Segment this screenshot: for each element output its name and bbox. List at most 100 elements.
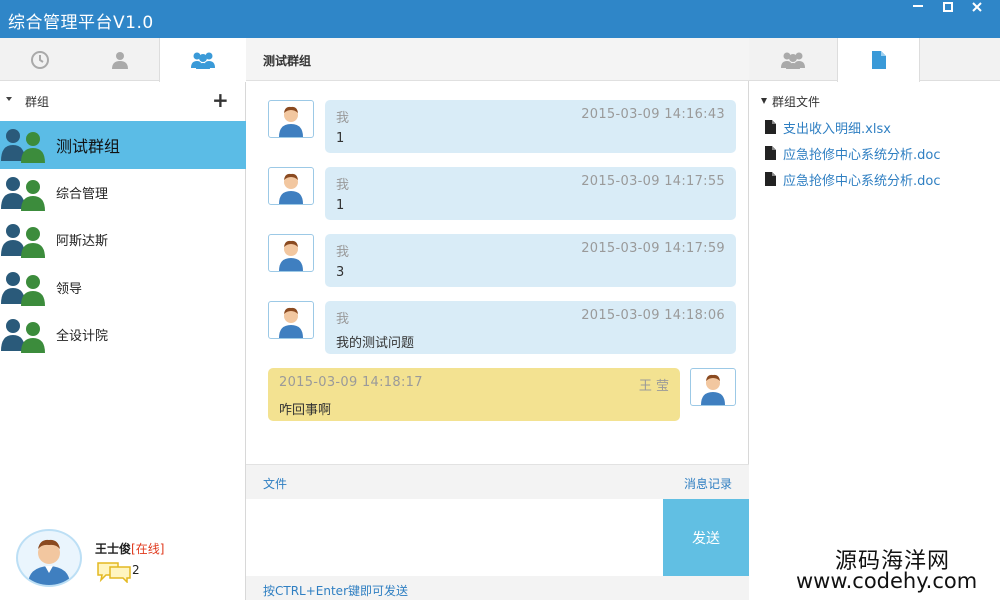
minimize-icon	[913, 5, 923, 7]
message-sender: 我	[336, 178, 350, 193]
group-section-label: 群组	[25, 95, 50, 109]
send-button[interactable]: 发送	[663, 499, 749, 576]
chat-header: 测试群组	[246, 38, 749, 81]
file-icon	[765, 120, 776, 134]
chat-message: 我 2015-03-09 14:16:43 1	[268, 100, 738, 153]
left-panel: 群组 + 测试群组 综合管理 阿斯达斯 领导 全设计院 王士俊[在线] 2	[0, 38, 246, 600]
maximize-icon	[943, 2, 953, 12]
unread-message-count: 2	[132, 563, 140, 577]
group-item[interactable]: 领导	[0, 264, 246, 312]
tab-groups[interactable]	[159, 38, 246, 82]
group-files-label: 群组文件	[772, 95, 821, 109]
tab-group-members[interactable]	[749, 38, 837, 81]
group-name: 综合管理	[56, 186, 109, 202]
send-hint-bar: 按CTRL+Enter键即可发送	[246, 576, 749, 600]
tab-contacts[interactable]	[80, 38, 159, 81]
group-item[interactable]: 阿斯达斯	[0, 216, 246, 264]
clock-icon	[31, 50, 49, 69]
person-icon	[111, 51, 128, 69]
message-input[interactable]	[246, 499, 663, 576]
file-icon	[765, 172, 776, 186]
group-name: 领导	[56, 281, 83, 297]
right-tabs	[749, 38, 1000, 82]
message-sender: 我	[336, 245, 350, 260]
chat-message: 2015-03-09 14:18:17 王 莹 咋回事啊	[268, 368, 738, 421]
message-text: 我的测试问题	[336, 336, 415, 351]
chat-title: 测试群组	[263, 54, 312, 68]
group-item[interactable]: 全设计院	[0, 311, 246, 359]
send-hint: 按CTRL+Enter键即可发送	[263, 584, 408, 598]
chat-toolbar: 文件 消息记录	[246, 464, 749, 499]
group-files-header[interactable]: 群组文件	[761, 93, 820, 110]
chat-message: 我 2015-03-09 14:18:06 我的测试问题	[268, 301, 738, 354]
message-sender: 王 莹	[638, 379, 669, 394]
file-icon	[765, 146, 776, 160]
left-tabs	[0, 38, 246, 82]
message-bubble-icon[interactable]	[96, 561, 132, 583]
group-avatar-icon	[1, 271, 45, 306]
sender-avatar-icon	[279, 307, 303, 338]
chat-panel: 测试群组 我 2015-03-09 14:16:43 1 我 2015-03-0…	[246, 38, 749, 600]
sender-avatar[interactable]	[268, 167, 314, 205]
close-icon	[972, 2, 982, 12]
group-avatar-icon	[1, 176, 45, 211]
chat-message: 我 2015-03-09 14:17:59 3	[268, 234, 738, 287]
file-name: 应急抢修中心系统分析.doc	[783, 174, 941, 189]
document-icon	[871, 51, 886, 69]
group-name: 阿斯达斯	[56, 234, 109, 249]
group-avatar-icon	[1, 224, 45, 258]
message-text: 咋回事啊	[279, 403, 332, 418]
message-history-link[interactable]: 消息记录	[684, 475, 732, 492]
group-name: 全设计院	[56, 329, 109, 344]
file-name: 应急抢修中心系统分析.doc	[783, 148, 941, 163]
right-panel: 群组文件 支出收入明细.xlsx 应急抢修中心系统分析.doc 应急抢修中心系统…	[749, 38, 1000, 600]
sender-avatar[interactable]	[268, 234, 314, 272]
message-text: 3	[336, 265, 345, 280]
group-list: 测试群组 综合管理 阿斯达斯 领导 全设计院	[0, 121, 246, 359]
current-user: 王士俊[在线] 2	[16, 529, 236, 589]
message-time: 2015-03-09 14:17:55	[581, 174, 725, 189]
message-bubble: 我 2015-03-09 14:17:59 3	[325, 234, 736, 287]
minimize-button[interactable]	[903, 0, 933, 14]
group-section-header[interactable]: 群组 +	[0, 90, 246, 112]
message-sender: 我	[336, 111, 350, 126]
user-avatar[interactable]	[16, 529, 82, 587]
group-item[interactable]: 综合管理	[0, 169, 246, 217]
group-avatar-icon	[1, 319, 45, 353]
message-sender: 我	[336, 312, 350, 327]
title-bar: 综合管理平台V1.0	[0, 0, 1000, 38]
message-time: 2015-03-09 14:17:59	[581, 241, 725, 256]
group-item[interactable]: 测试群组	[0, 121, 246, 169]
close-button[interactable]	[962, 0, 992, 14]
caret-down-icon	[6, 97, 12, 101]
watermark-line2: www.codehy.com	[796, 569, 978, 593]
tab-recent[interactable]	[0, 38, 80, 81]
user-name-line: 王士俊[在线]	[95, 540, 164, 557]
sender-avatar[interactable]	[268, 301, 314, 339]
message-bubble: 2015-03-09 14:18:17 王 莹 咋回事啊	[268, 368, 680, 421]
group-icon	[191, 52, 215, 69]
send-file-link[interactable]: 文件	[263, 475, 287, 492]
caret-down-icon	[761, 98, 767, 104]
message-time: 2015-03-09 14:16:43	[581, 107, 725, 122]
sender-avatar-icon	[701, 374, 725, 405]
sender-avatar-icon	[279, 106, 303, 137]
message-bubble: 我 2015-03-09 14:17:55 1	[325, 167, 736, 220]
user-name: 王士俊	[95, 542, 132, 556]
user-status: [在线]	[131, 542, 165, 556]
message-time: 2015-03-09 14:18:06	[581, 308, 725, 323]
maximize-button[interactable]	[933, 0, 963, 14]
sender-avatar[interactable]	[268, 100, 314, 138]
sender-avatar-icon	[279, 173, 303, 204]
message-text: 1	[336, 131, 345, 146]
sender-avatar-icon	[279, 240, 303, 271]
watermark: 源码海洋网 www.codehy.com	[780, 538, 1000, 600]
message-text: 1	[336, 198, 345, 213]
group-icon	[781, 52, 805, 69]
file-name: 支出收入明细.xlsx	[783, 122, 891, 137]
sender-avatar[interactable]	[690, 368, 736, 406]
tab-group-files[interactable]	[837, 38, 920, 82]
message-time: 2015-03-09 14:18:17	[279, 375, 423, 390]
add-group-button[interactable]: +	[212, 90, 229, 110]
window-title: 综合管理平台V1.0	[8, 13, 154, 33]
